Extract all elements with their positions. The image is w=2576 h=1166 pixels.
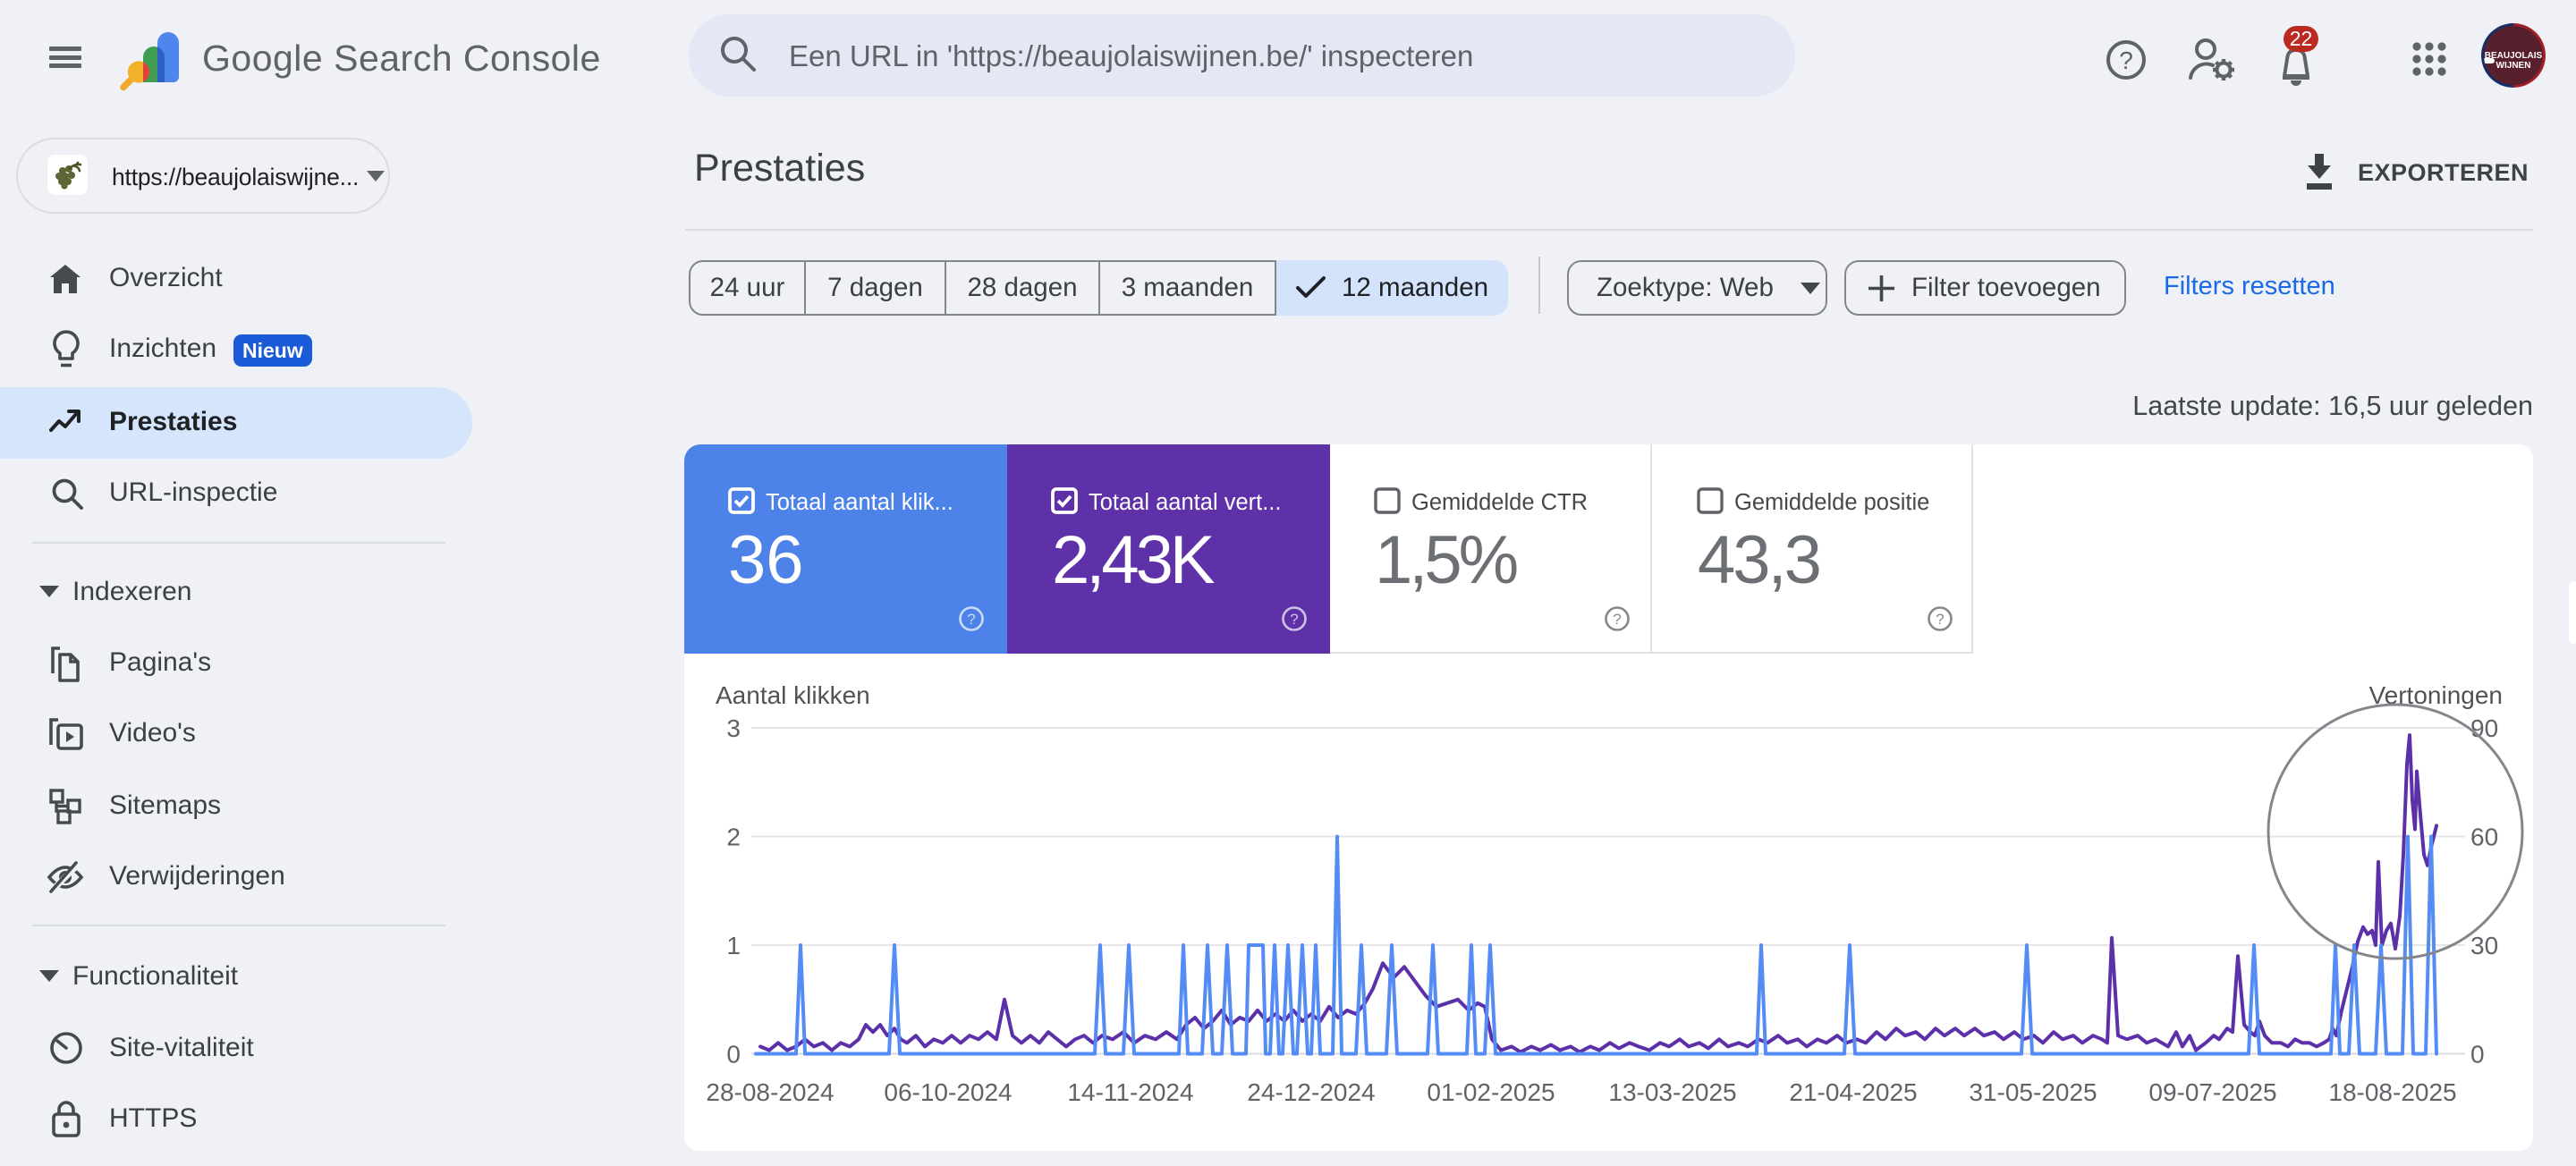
- svg-text:90: 90: [2470, 714, 2498, 742]
- svg-text:09-07-2025: 09-07-2025: [2148, 1078, 2276, 1106]
- svg-text:01-02-2025: 01-02-2025: [1427, 1078, 1555, 1106]
- svg-text:21-04-2025: 21-04-2025: [1789, 1078, 1917, 1106]
- svg-text:2: 2: [726, 824, 741, 851]
- svg-text:Aantal klikken: Aantal klikken: [716, 681, 870, 709]
- svg-text:0: 0: [2470, 1041, 2485, 1069]
- svg-text:28-08-2024: 28-08-2024: [706, 1078, 834, 1106]
- svg-text:06-10-2024: 06-10-2024: [884, 1078, 1012, 1106]
- svg-text:?: ?: [1936, 611, 1944, 628]
- svg-text:1: 1: [726, 932, 741, 959]
- svg-text:?: ?: [967, 611, 975, 628]
- svg-text:14-11-2024: 14-11-2024: [1067, 1078, 1193, 1106]
- svg-text:?: ?: [1613, 611, 1621, 628]
- svg-text:31-05-2025: 31-05-2025: [1969, 1078, 2097, 1106]
- svg-text:18-08-2025: 18-08-2025: [2328, 1078, 2456, 1106]
- svg-text:?: ?: [1290, 611, 1298, 628]
- svg-text:60: 60: [2470, 824, 2498, 851]
- svg-text:0: 0: [726, 1041, 741, 1069]
- svg-text:13-03-2025: 13-03-2025: [1608, 1078, 1736, 1106]
- svg-text:?: ?: [2119, 46, 2133, 74]
- svg-text:3: 3: [726, 714, 741, 742]
- svg-text:24-12-2024: 24-12-2024: [1247, 1078, 1375, 1106]
- svg-text:30: 30: [2470, 932, 2498, 959]
